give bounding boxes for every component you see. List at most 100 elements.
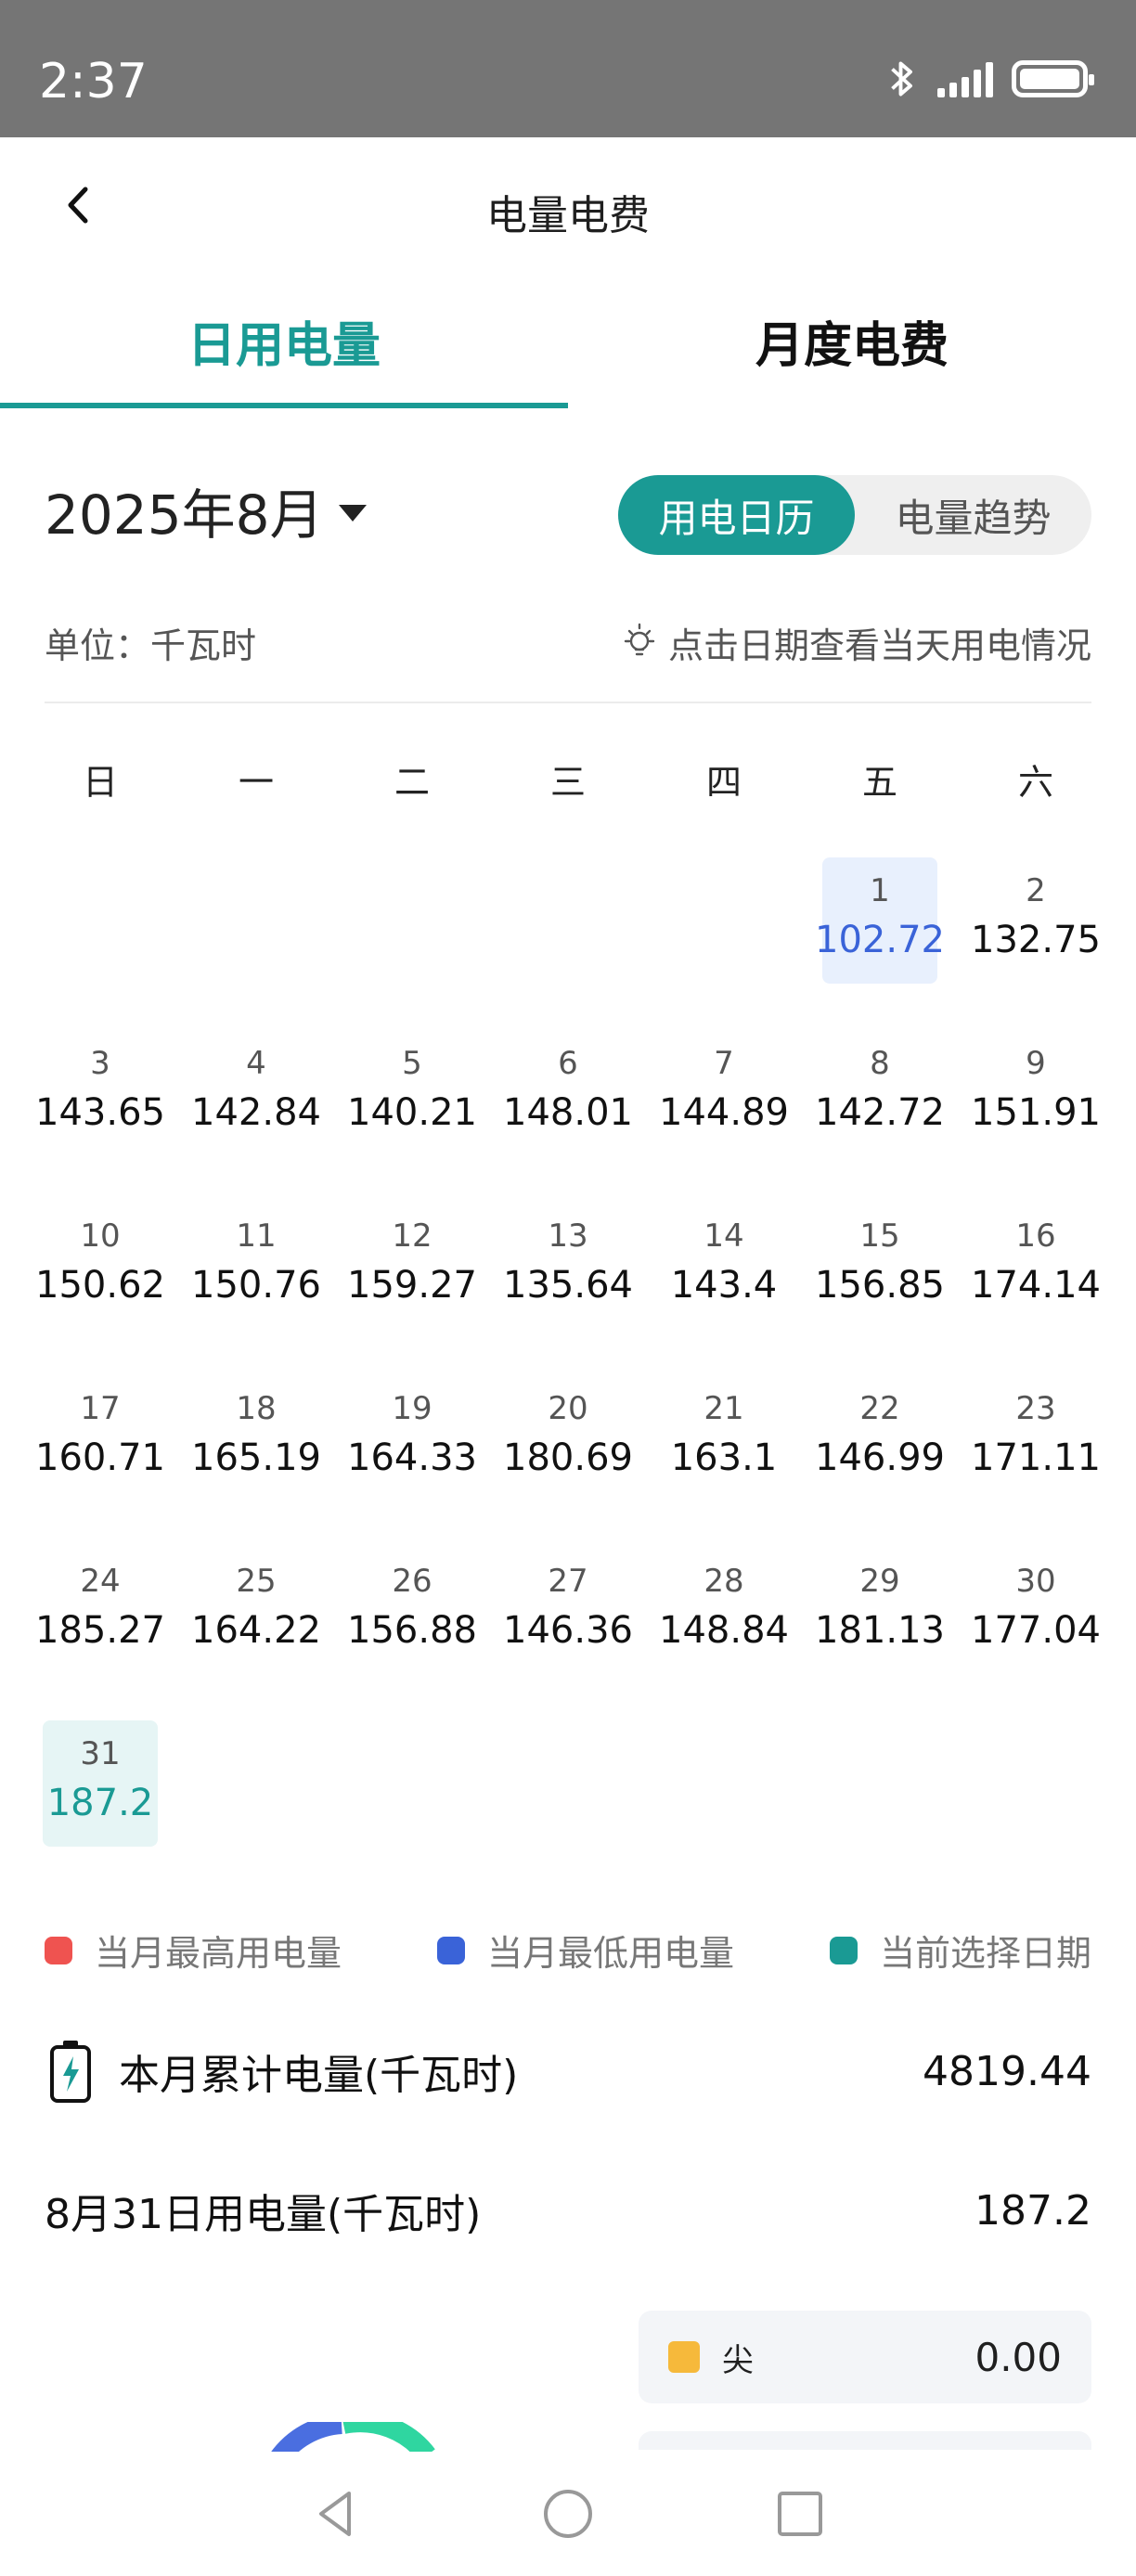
calendar-day-box: 6 148.01	[503, 1030, 633, 1156]
month-total-value: 4819.44	[923, 2047, 1091, 2095]
calendar-day-cell[interactable]: 17 160.71	[22, 1375, 178, 1548]
calendar-day-box: 15 156.85	[815, 1203, 945, 1329]
calendar-view-button[interactable]: 用电日历	[618, 475, 855, 555]
legend-swatch	[829, 1936, 858, 1964]
calendar-day-number: 28	[704, 1563, 744, 1600]
calendar-day-box: 12 159.27	[347, 1203, 477, 1329]
calendar-day-number: 6	[558, 1045, 578, 1082]
calendar-day-usage: 150.62	[35, 1264, 165, 1307]
calendar-empty-cell	[22, 857, 178, 1030]
calendar-day-cell[interactable]: 5 140.21	[334, 1030, 490, 1203]
calendar-day-cell[interactable]: 30 177.04	[958, 1548, 1114, 1720]
bluetooth-icon	[891, 61, 912, 97]
calendar-day-box: 7 144.89	[659, 1030, 789, 1156]
calendar-day-cell[interactable]: 22 146.99	[802, 1375, 958, 1548]
nav-home-icon[interactable]	[540, 2486, 596, 2542]
calendar-day-cell[interactable]: 29 181.13	[802, 1548, 958, 1720]
legend-item: 当月最低用电量	[436, 1925, 734, 1976]
calendar-day-cell[interactable]: 18 165.19	[178, 1375, 334, 1548]
calendar-day-cell[interactable]: 16 174.14	[958, 1203, 1114, 1375]
day-usage-row: 8月31日用电量(千瓦时) 187.2	[45, 2173, 1091, 2248]
calendar-empty-cell	[490, 857, 646, 1030]
calendar-day-number: 26	[392, 1563, 432, 1600]
calendar-day-cell[interactable]: 20 180.69	[490, 1375, 646, 1548]
calendar-day-box: 3 143.65	[35, 1030, 165, 1156]
tariff-value: 0.00	[975, 2334, 1062, 2380]
day-usage-label: 8月31日用电量(千瓦时)	[45, 2191, 482, 2238]
calendar-day-number: 18	[236, 1390, 277, 1427]
calendar-day-cell[interactable]: 14 143.4	[646, 1203, 802, 1375]
calendar-day-number: 12	[392, 1217, 432, 1255]
calendar-day-number: 1	[870, 872, 890, 909]
signal-icon	[937, 60, 993, 97]
calendar-day-number: 20	[548, 1390, 588, 1427]
calendar-day-usage: 143.4	[670, 1264, 778, 1307]
calendar-day-cell[interactable]: 21 163.1	[646, 1375, 802, 1548]
calendar-day-box: 4 142.84	[191, 1030, 321, 1156]
calendar-day-usage: 135.64	[503, 1264, 633, 1307]
calendar-day-usage: 187.2	[46, 1782, 154, 1824]
calendar-day-usage: 146.99	[815, 1436, 945, 1479]
calendar-day-cell[interactable]: 12 159.27	[334, 1203, 490, 1375]
calendar-day-usage: 140.21	[347, 1091, 477, 1134]
month-picker[interactable]: 2025年8月	[45, 471, 367, 549]
calendar-day-cell[interactable]: 9 151.91	[958, 1030, 1114, 1203]
calendar-day-cell[interactable]: 19 164.33	[334, 1375, 490, 1548]
calendar-day-number: 22	[859, 1390, 900, 1427]
calendar-day-cell[interactable]: 10 150.62	[22, 1203, 178, 1375]
weekday-label: 五	[861, 762, 897, 803]
calendar-day-usage: 144.89	[659, 1091, 789, 1134]
calendar-day-cell[interactable]: 13 135.64	[490, 1203, 646, 1375]
calendar-day-cell[interactable]: 1 102.72	[802, 857, 958, 1030]
tab-daily-usage[interactable]: 日用电量	[0, 278, 568, 410]
calendar-day-cell[interactable]: 25 164.22	[178, 1548, 334, 1720]
calendar-day-usage: 151.91	[971, 1091, 1101, 1134]
month-label: 2025年8月	[45, 483, 324, 547]
trend-view-button[interactable]: 电量趋势	[855, 475, 1091, 555]
calendar-day-cell[interactable]: 24 185.27	[22, 1548, 178, 1720]
calendar-day-usage: 164.33	[347, 1436, 477, 1479]
weekday-label: 六	[1017, 762, 1053, 803]
weekday-label: 一	[238, 762, 274, 803]
nav-recents-icon[interactable]	[772, 2486, 828, 2542]
calendar-day-box: 16 174.14	[971, 1203, 1101, 1329]
calendar-day-cell[interactable]: 26 156.88	[334, 1548, 490, 1720]
tariff-color-swatch	[668, 2341, 700, 2373]
calendar-day-number: 14	[704, 1217, 744, 1255]
calendar-day-usage: 142.72	[815, 1091, 945, 1134]
calendar-day-number: 3	[90, 1045, 110, 1082]
calendar-day-box: 10 150.62	[35, 1203, 165, 1329]
calendar-day-number: 19	[392, 1390, 432, 1427]
calendar-day-box: 11 150.76	[191, 1203, 321, 1329]
calendar-day-box: 22 146.99	[815, 1375, 945, 1501]
calendar-empty-cell	[178, 857, 334, 1030]
calendar-day-cell[interactable]: 31 187.2	[22, 1720, 178, 1893]
calendar-day-usage: 102.72	[815, 919, 945, 961]
view-toggle: 用电日历 电量趋势	[618, 475, 1091, 555]
calendar-day-cell[interactable]: 28 148.84	[646, 1548, 802, 1720]
calendar-day-usage: 174.14	[971, 1264, 1101, 1307]
calendar-day-cell[interactable]: 4 142.84	[178, 1030, 334, 1203]
tab-monthly-bill[interactable]: 月度电费	[568, 278, 1136, 410]
calendar-day-usage: 160.71	[35, 1436, 165, 1479]
calendar-day-cell[interactable]: 6 148.01	[490, 1030, 646, 1203]
calendar-day-usage: 156.88	[347, 1609, 477, 1652]
calendar-day-cell[interactable]: 11 150.76	[178, 1203, 334, 1375]
calendar-empty-cell	[646, 857, 802, 1030]
calendar-day-number: 27	[548, 1563, 588, 1600]
calendar-day-cell[interactable]: 23 171.11	[958, 1375, 1114, 1548]
calendar-day-cell[interactable]: 3 143.65	[22, 1030, 178, 1203]
calendar-day-cell[interactable]: 7 144.89	[646, 1030, 802, 1203]
nav-back-icon[interactable]	[308, 2486, 364, 2542]
calendar-day-cell[interactable]: 2 132.75	[958, 857, 1114, 1030]
calendar-day-cell[interactable]: 15 156.85	[802, 1203, 958, 1375]
calendar-day-box: 27 146.36	[503, 1548, 633, 1674]
calendar-day-number: 13	[548, 1217, 588, 1255]
legend-swatch	[45, 1936, 72, 1964]
calendar-day-box: 23 171.11	[971, 1375, 1101, 1501]
calendar-day-box: 13 135.64	[503, 1203, 633, 1329]
battery-icon	[1012, 60, 1094, 97]
calendar-day-box: 21 163.1	[666, 1375, 781, 1501]
calendar-day-cell[interactable]: 8 142.72	[802, 1030, 958, 1203]
calendar-day-cell[interactable]: 27 146.36	[490, 1548, 646, 1720]
